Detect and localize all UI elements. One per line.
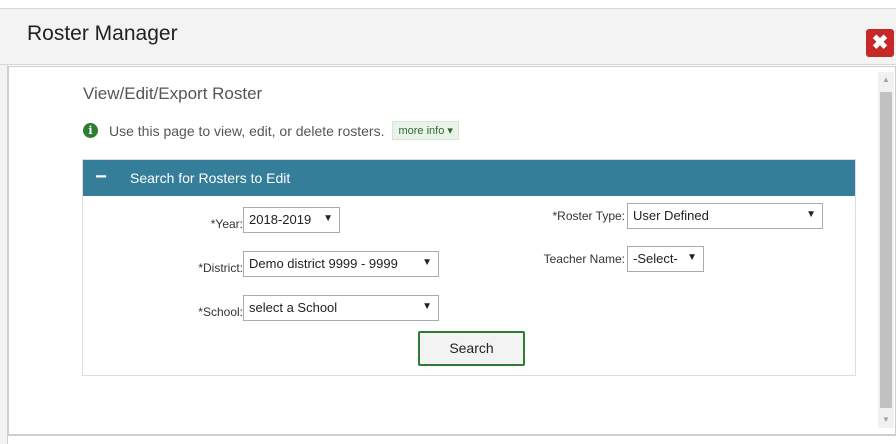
dropdown-arrow-icon: ▼ <box>422 301 432 312</box>
year-select[interactable]: 2018-2019 ▼ <box>243 207 340 233</box>
district-label: *District: <box>198 261 243 275</box>
close-icon: ✖ <box>871 32 889 54</box>
district-value: Demo district 9999 - 9999 <box>249 256 398 271</box>
info-line: i Use this page to view, edit, or delete… <box>83 121 459 140</box>
teacher-name-label: Teacher Name: <box>543 252 625 266</box>
teacher-name-select[interactable]: -Select- ▼ <box>627 246 704 272</box>
dropdown-arrow-icon: ▼ <box>422 257 432 268</box>
info-icon: i <box>83 123 98 138</box>
school-select[interactable]: select a School ▼ <box>243 295 439 321</box>
info-text: Use this page to view, edit, or delete r… <box>109 122 385 139</box>
page-heading: View/Edit/Export Roster <box>83 84 263 103</box>
panel-title: Search for Rosters to Edit <box>130 170 291 186</box>
dropdown-arrow-icon: ▼ <box>806 209 816 220</box>
dialog-titlebar: Roster Manager ✖ <box>0 8 896 65</box>
scroll-up-arrow-icon[interactable]: ▲ <box>878 72 894 88</box>
dialog-title: Roster Manager <box>27 22 178 45</box>
panel-header[interactable]: − Search for Rosters to Edit <box>83 160 855 196</box>
school-value: select a School <box>249 300 338 315</box>
district-select[interactable]: Demo district 9999 - 9999 ▼ <box>243 251 439 277</box>
school-label: *School: <box>198 305 243 319</box>
scroll-thumb[interactable] <box>880 92 892 408</box>
roster-manager-dialog: Roster Manager ✖ ▲ ▼ View/Edit/Export Ro… <box>0 0 896 444</box>
dropdown-arrow-icon: ▼ <box>323 213 333 224</box>
roster-type-value: User Defined <box>633 208 709 223</box>
roster-type-select[interactable]: User Defined ▼ <box>627 203 823 229</box>
year-label: *Year: <box>210 217 243 231</box>
more-info-button[interactable]: more info ▾ <box>392 121 459 140</box>
search-button[interactable]: Search <box>418 331 525 366</box>
dropdown-arrow-icon: ▼ <box>687 252 697 263</box>
close-button[interactable]: ✖ <box>866 29 894 57</box>
scroll-down-arrow-icon[interactable]: ▼ <box>878 412 894 428</box>
search-panel: − Search for Rosters to Edit *Year: 2018… <box>82 159 856 376</box>
left-edge <box>0 65 8 444</box>
teacher-name-value: -Select- <box>633 251 678 266</box>
year-value: 2018-2019 <box>249 212 312 227</box>
collapse-icon[interactable]: − <box>91 167 111 188</box>
vertical-scrollbar[interactable]: ▲ ▼ <box>878 72 894 428</box>
roster-type-label: *Roster Type: <box>552 209 625 223</box>
